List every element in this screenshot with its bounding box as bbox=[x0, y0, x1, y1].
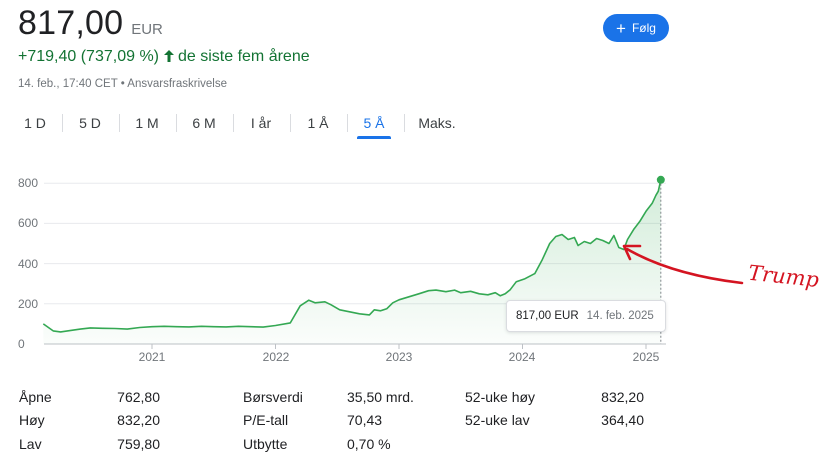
stat-value-market-cap: 35,50 mrd. bbox=[347, 389, 414, 405]
currency-label: EUR bbox=[131, 21, 163, 38]
tab-label: 5 Å bbox=[363, 115, 385, 131]
tooltip-date: 14. feb. 2025 bbox=[586, 310, 654, 322]
stat-label-open: Åpne bbox=[19, 389, 52, 405]
chart-tooltip: 817,00 EUR 14. feb. 2025 bbox=[506, 300, 666, 332]
change-value: +719,40 (737,09 %) bbox=[18, 48, 159, 65]
stat-label-low: Lav bbox=[19, 436, 42, 452]
price-chart[interactable]: 800 600 400 200 0 2021 2022 2023 2024 20… bbox=[0, 160, 835, 375]
quote-meta: 14. feb., 17:40 CET • Ansvarsfraskrivels… bbox=[18, 78, 227, 90]
tooltip-price: 817,00 EUR bbox=[516, 310, 579, 322]
x-tick-label: 2023 bbox=[386, 350, 413, 364]
tab-label: 6 M bbox=[192, 115, 216, 131]
y-axis: 800 600 400 200 0 bbox=[18, 176, 38, 351]
x-tick-label: 2025 bbox=[633, 350, 660, 364]
tab-label: 1 M bbox=[135, 115, 159, 131]
stat-label-high: Høy bbox=[19, 412, 45, 428]
y-tick-label: 0 bbox=[18, 337, 25, 351]
stat-label-52w-high: 52-uke høy bbox=[465, 389, 536, 405]
stat-label-pe: P/E-tall bbox=[243, 412, 289, 428]
y-tick-label: 400 bbox=[18, 257, 38, 271]
stat-label-dividend: Utbytte bbox=[243, 436, 288, 452]
stat-label-52w-low: 52-uke lav bbox=[465, 412, 530, 428]
price-change: +719,40 (737,09 %) de siste fem årene bbox=[18, 48, 310, 66]
stat-value-open: 762,80 bbox=[117, 389, 160, 405]
tab-ytd[interactable]: I år bbox=[243, 111, 279, 141]
tab-5d[interactable]: 5 D bbox=[72, 111, 108, 141]
stat-value-52w-low: 364,40 bbox=[601, 412, 644, 428]
current-price: 817,00 bbox=[18, 4, 124, 42]
active-tab-indicator bbox=[357, 136, 391, 139]
tab-divider bbox=[176, 114, 177, 132]
current-price-dot bbox=[656, 175, 665, 184]
plus-icon: + bbox=[616, 18, 626, 38]
price-header: 817,00 EUR bbox=[18, 4, 163, 43]
tab-1m[interactable]: 1 M bbox=[129, 111, 165, 141]
tab-divider bbox=[290, 114, 291, 132]
tab-label: 1 Å bbox=[307, 115, 329, 131]
x-tick-label: 2024 bbox=[509, 350, 536, 364]
y-tick-label: 800 bbox=[18, 176, 38, 190]
change-period: de siste fem årene bbox=[178, 48, 310, 65]
tab-divider bbox=[404, 114, 405, 132]
tab-divider bbox=[119, 114, 120, 132]
stat-value-dividend: 0,70 % bbox=[347, 436, 391, 452]
tab-divider bbox=[347, 114, 348, 132]
tab-max[interactable]: Maks. bbox=[412, 111, 462, 141]
tab-label: Maks. bbox=[418, 115, 456, 131]
stat-value-low: 759,80 bbox=[117, 436, 160, 452]
x-tick-label: 2022 bbox=[263, 350, 290, 364]
tab-label: I år bbox=[250, 115, 272, 131]
stat-value-pe: 70,43 bbox=[347, 412, 383, 428]
follow-label: Følg bbox=[631, 21, 656, 35]
annotation-text: Trump bbox=[747, 261, 820, 292]
x-tick-marks bbox=[151, 344, 647, 349]
stat-value-52w-high: 832,20 bbox=[601, 389, 644, 405]
tab-1d[interactable]: 1 D bbox=[18, 111, 52, 141]
tab-1y[interactable]: 1 Å bbox=[300, 111, 336, 141]
tab-label: 5 D bbox=[79, 115, 101, 131]
tab-divider bbox=[62, 114, 63, 132]
stat-value-high: 832,20 bbox=[117, 412, 160, 428]
y-tick-label: 600 bbox=[18, 216, 38, 230]
tab-label: 1 D bbox=[24, 115, 46, 131]
follow-button[interactable]: + Følg bbox=[603, 14, 669, 42]
x-axis: 2021 2022 2023 2024 2025 bbox=[139, 350, 660, 364]
x-tick-label: 2021 bbox=[139, 350, 166, 364]
tab-5y[interactable]: 5 Å bbox=[357, 111, 391, 141]
tab-6m[interactable]: 6 M bbox=[186, 111, 222, 141]
stat-label-market-cap: Børsverdi bbox=[243, 389, 303, 405]
tab-divider bbox=[233, 114, 234, 132]
y-tick-label: 200 bbox=[18, 297, 38, 311]
arrow-up-icon bbox=[164, 49, 174, 66]
